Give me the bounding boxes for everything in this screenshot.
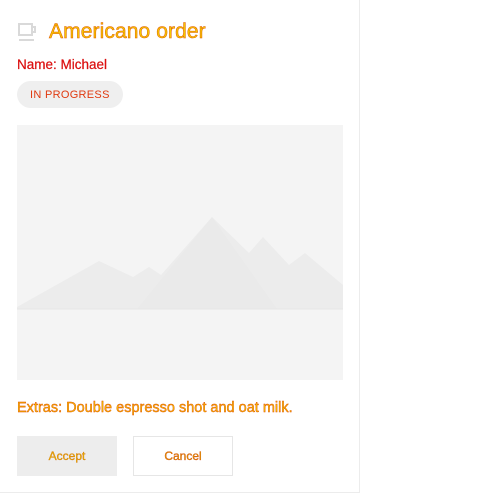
mountain-placeholder-icon <box>17 125 343 380</box>
order-extras: Extras: Double espresso shot and oat mil… <box>17 400 293 416</box>
cancel-button[interactable]: Cancel <box>133 436 233 476</box>
order-card: Americano order Name: Michael IN PROGRES… <box>0 0 360 493</box>
coffee-cup-icon <box>17 21 39 43</box>
customer-name: Name: Michael <box>17 57 108 72</box>
card-header: Americano order <box>17 20 206 44</box>
order-title: Americano order <box>49 20 206 44</box>
status-badge: IN PROGRESS <box>17 81 123 108</box>
image-placeholder <box>17 125 343 380</box>
accept-button[interactable]: Accept <box>17 436 117 476</box>
